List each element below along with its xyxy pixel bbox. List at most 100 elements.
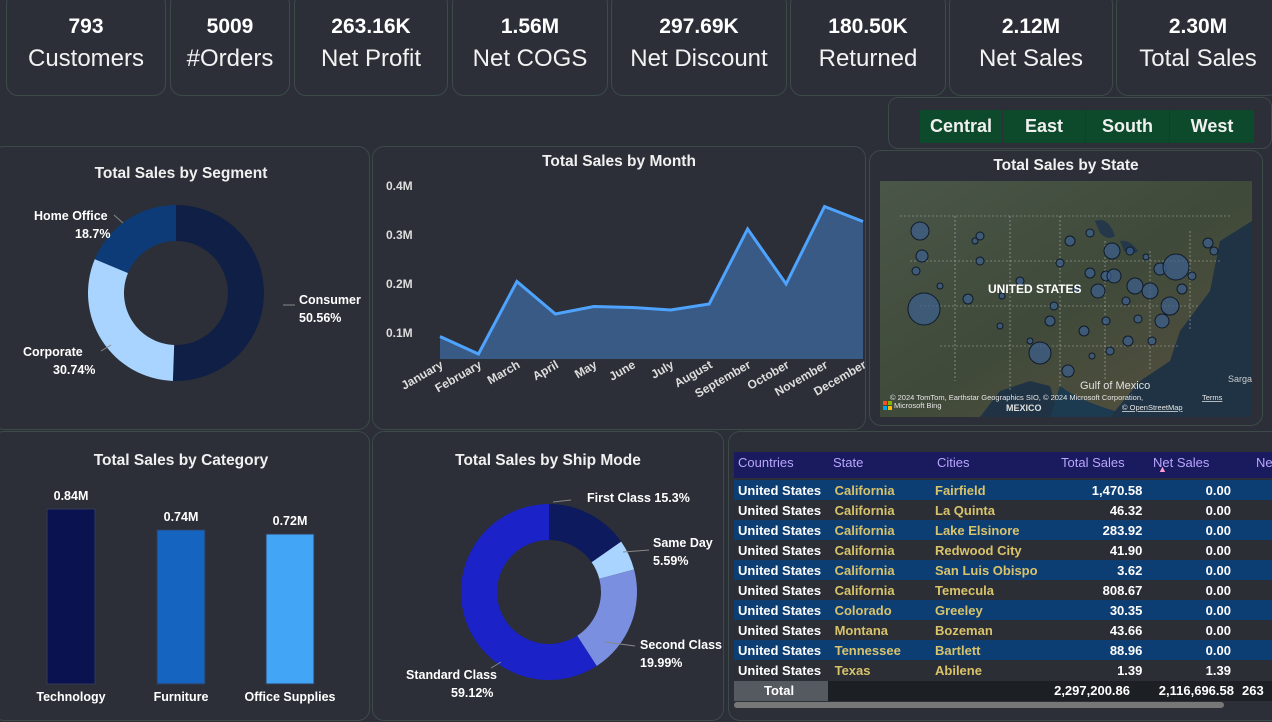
category-bar-technology[interactable] (46, 508, 96, 685)
segment-label-corporate-name: Corporate (23, 345, 83, 359)
table-horizontal-scrollbar[interactable] (734, 702, 1224, 708)
col-header-total-sales[interactable]: Total Sales (1061, 455, 1125, 470)
sales-bubble[interactable] (1105, 346, 1115, 356)
sales-bubble[interactable] (996, 322, 1004, 330)
map-sargasso-label: Sarga (1228, 374, 1252, 384)
sales-bubble[interactable] (1162, 253, 1190, 281)
sales-bubble[interactable] (1085, 228, 1095, 238)
sales-bubble[interactable] (911, 266, 921, 276)
sales-bubble[interactable] (975, 231, 985, 241)
sales-bubble[interactable] (1049, 301, 1059, 311)
kpi-net-cogs: 1.56M Net COGS (452, 0, 608, 96)
sales-bubble[interactable] (1055, 258, 1065, 268)
sort-arrow-icon: ▲ (1158, 464, 1167, 474)
sales-bubble[interactable] (1026, 337, 1034, 345)
sales-bubble[interactable] (907, 292, 941, 326)
sales-bubble[interactable] (910, 221, 930, 241)
table-row[interactable]: United States California Temecula 808.67 0.0… (734, 580, 1272, 600)
kpi-orders: 5009 #Orders (170, 0, 290, 96)
table-row[interactable]: United States California San Luis Obispo 3.… (734, 560, 1272, 580)
sales-bubble[interactable] (1090, 283, 1106, 299)
col-header-countries[interactable]: Countries (738, 455, 794, 470)
sales-bubble[interactable] (915, 249, 929, 263)
kpi-value: 1.56M (500, 15, 560, 38)
table-row[interactable]: United States California Lake Elsinore 283.… (734, 520, 1272, 540)
region-button-central[interactable]: Central (920, 110, 1003, 143)
segment-slice-consumer[interactable] (172, 205, 264, 381)
sales-bubble[interactable] (1028, 341, 1052, 365)
sales-bubble[interactable] (1101, 316, 1111, 326)
sales-bubble[interactable] (1044, 315, 1056, 327)
region-button-east[interactable]: East (1003, 110, 1086, 143)
kpi-net-profit: 263.16K Net Profit (294, 0, 448, 96)
month-area-chart: 0.4M 0.3M 0.2M 0.1M JanuaryFebruary March… (386, 179, 867, 401)
sales-bubble[interactable] (1176, 283, 1188, 295)
sales-bubble[interactable] (1133, 314, 1143, 324)
segment-chart-card: Total Sales by Segment Consumer 50.56% C… (0, 146, 370, 430)
sales-bubble[interactable] (1160, 296, 1180, 316)
table-row[interactable]: United States Montana Bozeman 43.66 0.00 (734, 620, 1272, 640)
sales-bubble[interactable] (1187, 271, 1197, 281)
sales-bubble[interactable] (1126, 277, 1144, 295)
segment-slice-corporate[interactable] (87, 259, 175, 381)
table-cell: Lake Elsinore (935, 522, 1020, 538)
state-map[interactable]: UNITED STATES Gulf of Mexico MEXICO Sarg… (880, 181, 1252, 417)
sales-bubble[interactable] (1088, 352, 1096, 360)
segment-label-consumer-name: Consumer (299, 293, 361, 307)
ship-label-sameday-pct: 5.59% (653, 554, 688, 568)
table-cell: United States (738, 502, 822, 518)
col-header-cities[interactable]: Cities (937, 455, 970, 470)
table-row[interactable]: United States California Redwood City 41.90… (734, 540, 1272, 560)
table-cell: 0.00 (1205, 482, 1231, 498)
table-cell: Tennessee (834, 642, 901, 658)
sales-bubble[interactable] (1142, 253, 1150, 261)
x-tick-label: June (607, 357, 639, 383)
sales-bubble[interactable] (975, 256, 985, 266)
map-terms-link[interactable]: Terms (1202, 393, 1223, 402)
category-bar-furniture[interactable] (156, 529, 206, 685)
sales-bubble[interactable] (1084, 267, 1096, 279)
sales-bubble[interactable] (1106, 268, 1122, 284)
table-row[interactable]: United States California La Quinta 46.32 0.0… (734, 500, 1272, 520)
table-cell: Fairfield (935, 482, 986, 498)
col-header-net[interactable]: Net (1256, 455, 1272, 470)
sales-bubble[interactable] (962, 293, 974, 305)
table-cell: Colorado (834, 602, 892, 618)
table-cell: Temecula (935, 582, 995, 598)
kpi-returned: 180.50K Returned (790, 0, 946, 96)
sales-table-card: Countries State Cities Total Sales Net S… (728, 431, 1272, 721)
col-header-state[interactable]: State (833, 455, 863, 470)
table-row[interactable]: United States Colorado Greeley 30.35 0.00 (734, 600, 1272, 620)
table-cell: 0.00 (1205, 522, 1231, 538)
kpi-value: 297.69K (659, 15, 739, 38)
table-cell: United States (738, 642, 822, 658)
sales-bubble[interactable] (1064, 235, 1076, 247)
month-chart-card: Total Sales by Month 0.4M 0.3M 0.2M 0.1M… (372, 146, 867, 430)
table-cell (1237, 640, 1272, 660)
sales-bubble[interactable] (1103, 242, 1121, 260)
sales-bubble[interactable] (1202, 237, 1214, 249)
table-row[interactable]: United States Tennessee Bartlett 88.96 0.00 (734, 640, 1272, 660)
table-row[interactable]: United States California Fairfield 1,470.58… (734, 480, 1272, 500)
total-net-sales: 2,116,696.58 (1158, 683, 1234, 698)
sales-bubble[interactable] (936, 282, 944, 290)
sales-bubble[interactable] (1209, 246, 1219, 256)
kpi-label: Net COGS (472, 45, 588, 72)
region-button-west[interactable]: West (1170, 110, 1254, 143)
region-button-south[interactable]: South (1086, 110, 1170, 143)
sales-bubble[interactable] (1078, 325, 1090, 337)
sales-bubble[interactable] (1147, 336, 1157, 346)
sales-bubble[interactable] (1125, 246, 1135, 256)
category-bar-office-supplies[interactable] (265, 533, 315, 685)
kpi-label: Customers (27, 45, 145, 72)
map-osm-link[interactable]: © OpenStreetMap (1122, 403, 1183, 412)
leader-line (622, 549, 650, 553)
table-row[interactable]: United States Texas Abilene 1.39 1.39 (734, 660, 1272, 680)
sales-bubble[interactable] (1154, 313, 1170, 329)
sales-bubble[interactable] (1122, 335, 1134, 347)
sales-bubble[interactable] (1061, 364, 1075, 378)
table-header: Countries State Cities Total Sales Net S… (734, 452, 1272, 478)
sales-bubble[interactable] (1121, 296, 1131, 306)
table-cell (1237, 560, 1272, 580)
sales-bubble[interactable] (1141, 282, 1159, 300)
